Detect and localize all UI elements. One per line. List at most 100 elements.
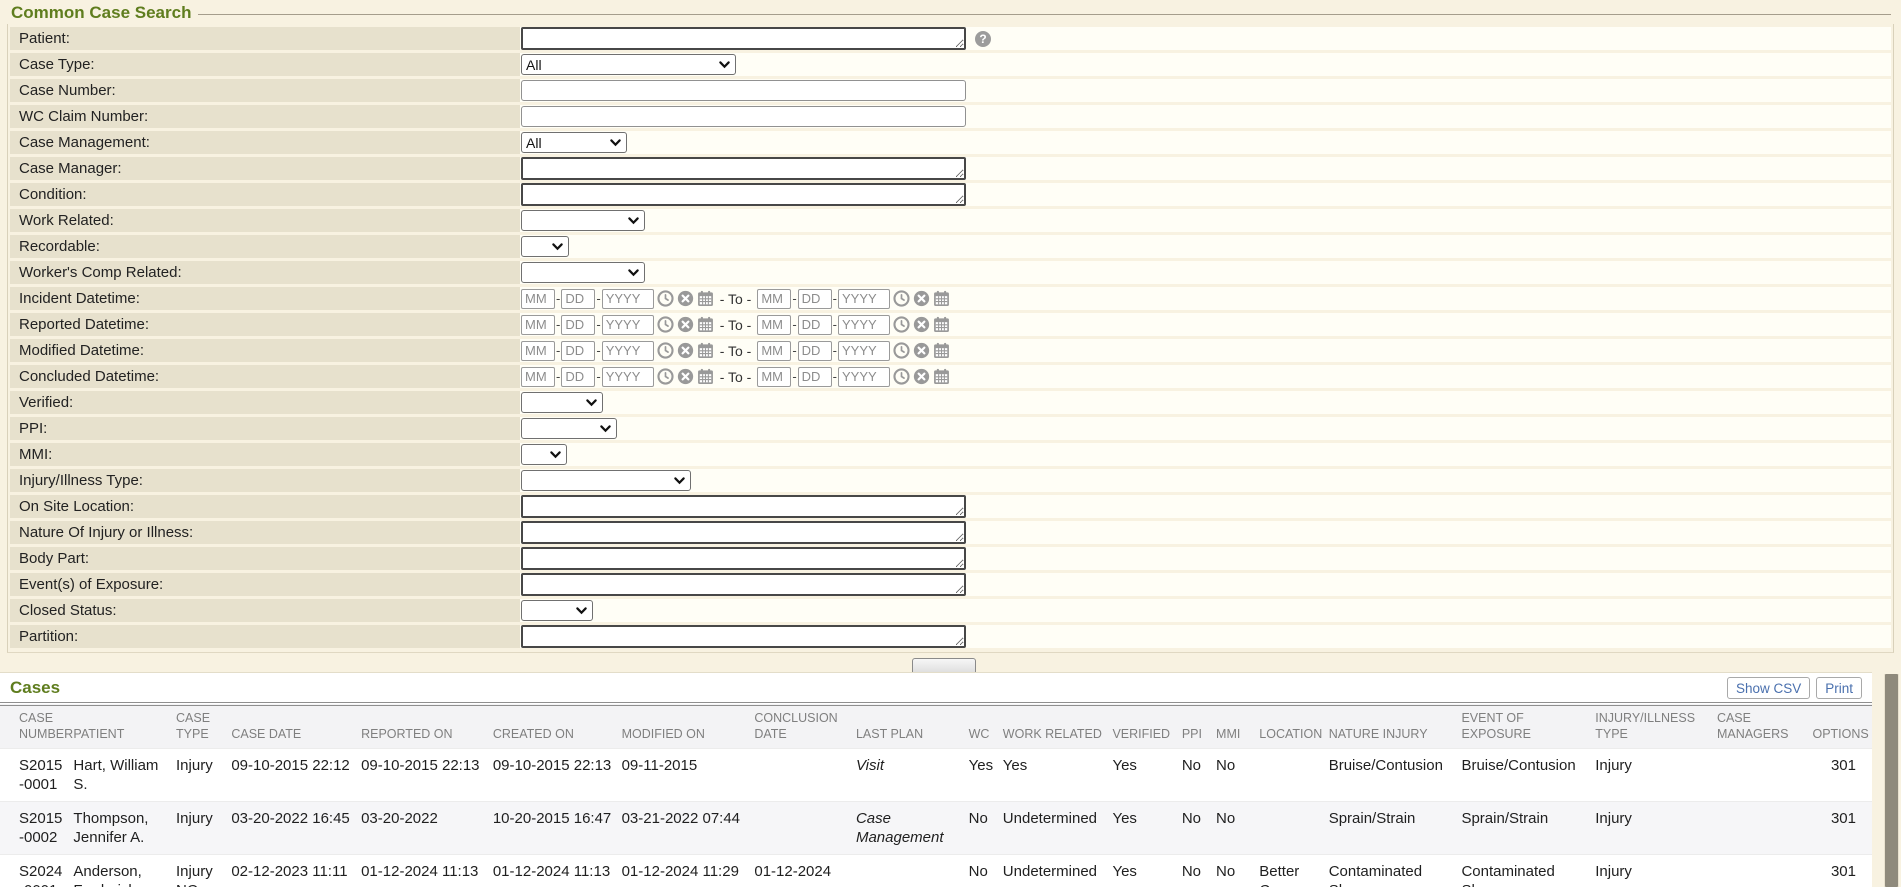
cell-mmi: No [1216,854,1259,887]
reported-datetime-to-month-input[interactable] [757,315,791,335]
show-csv-button[interactable]: Show CSV [1727,677,1810,699]
time-icon[interactable] [657,290,674,307]
on-site-location-field[interactable] [521,495,966,518]
range-to-label: - To - [720,317,752,333]
partition-field[interactable] [521,625,966,648]
cell-case-managers [1717,748,1813,801]
form-row-on-site-location: On Site Location: [10,495,1891,518]
reported-datetime-from-day-input[interactable] [561,315,595,335]
time-icon[interactable] [893,290,910,307]
clear-icon[interactable] [913,316,930,333]
condition-field[interactable] [521,183,966,206]
incident-datetime-to-month-input[interactable] [757,289,791,309]
modified-datetime-to-day-input[interactable] [798,341,832,361]
concluded-datetime-from-day-input[interactable] [561,367,595,387]
case-row-s2015-0002[interactable]: S2015-0002Thompson, Jennifer A.Injury03-… [0,801,1872,854]
clear-icon[interactable] [913,342,930,359]
calendar-icon[interactable] [933,316,950,333]
modified-datetime-to-month-input[interactable] [757,341,791,361]
wc-claim-number-field[interactable] [521,106,966,127]
case-row-s2024-0001[interactable]: S2024-0001Anderson, FrederickInjury NO02… [0,854,1872,887]
injury-illness-type-select[interactable] [521,470,691,491]
concluded-datetime-to-month-input[interactable] [757,367,791,387]
work-related-select[interactable] [521,210,645,231]
mmi-select[interactable] [521,444,567,465]
concluded-datetime-from-month-input[interactable] [521,367,555,387]
vertical-scrollbar[interactable] [1884,674,1899,887]
clear-icon[interactable] [677,342,694,359]
modified-datetime-from-year-input[interactable] [602,341,654,361]
print-button[interactable]: Print [1816,677,1862,699]
concluded-datetime-control-cell: --- To --- [520,365,1891,388]
calendar-icon[interactable] [697,368,714,385]
reported-datetime-from-month-input[interactable] [521,315,555,335]
calendar-icon[interactable] [697,316,714,333]
reported-datetime-to-year-input[interactable] [838,315,890,335]
nature-of-injury-or-illness-field[interactable] [521,521,966,544]
verified-select[interactable] [521,392,603,413]
clear-icon[interactable] [677,290,694,307]
incident-datetime-from-month-input[interactable] [521,289,555,309]
ppi-select[interactable] [521,418,617,439]
time-icon[interactable] [893,316,910,333]
incident-datetime-to-day-input[interactable] [798,289,832,309]
mmi-label: MMI: [10,443,520,466]
clear-icon[interactable] [677,368,694,385]
case-management-select[interactable]: All [521,132,627,153]
calendar-icon[interactable] [933,342,950,359]
clear-icon[interactable] [677,316,694,333]
time-icon[interactable] [893,368,910,385]
chevron-down-icon [550,451,561,459]
event-s-of-exposure-field[interactable] [521,573,966,596]
col-header-nature-injury: NATURE INJURY [1329,704,1462,748]
concluded-datetime-to-day-input[interactable] [798,367,832,387]
partition-label: Partition: [10,625,520,648]
closed-status-select[interactable] [521,600,593,621]
incident-datetime-from-year-input[interactable] [602,289,654,309]
reported-datetime-from-year-input[interactable] [602,315,654,335]
scrollbar-thumb[interactable] [1885,674,1898,887]
cell-work-related: Undetermined [1003,801,1113,854]
concluded-datetime-to-year-input[interactable] [838,367,890,387]
calendar-icon[interactable] [697,342,714,359]
clear-icon[interactable] [913,368,930,385]
cell-conclusion-date: 01-12-2024 [754,854,856,887]
concluded-datetime-from-year-input[interactable] [602,367,654,387]
cell-last-plan: Visit [856,748,969,801]
patient-field[interactable] [521,27,966,50]
time-icon[interactable] [893,342,910,359]
cell-event-of-exposure: Bruise/Contusion [1461,748,1595,801]
case-row-s2015-0001[interactable]: S2015-0001Hart, William S.Injury09-10-20… [0,748,1872,801]
form-row-case-number: Case Number: [10,79,1891,102]
calendar-icon[interactable] [697,290,714,307]
calendar-icon[interactable] [933,368,950,385]
modified-datetime-from-day-input[interactable] [561,341,595,361]
worker-s-comp-related-select[interactable] [521,262,645,283]
modified-datetime-from-month-input[interactable] [521,341,555,361]
col-header-modified-on: MODIFIED ON [622,704,755,748]
time-icon[interactable] [657,342,674,359]
body-part-field[interactable] [521,547,966,570]
case-management-control-cell: All [520,131,1891,154]
reported-datetime-to-day-input[interactable] [798,315,832,335]
modified-datetime-to-year-input[interactable] [838,341,890,361]
case-manager-field[interactable] [521,157,966,180]
range-to-label: - To - [720,343,752,359]
help-icon[interactable]: ? [975,31,991,47]
time-icon[interactable] [657,316,674,333]
range-to-label: - To - [720,369,752,385]
recordable-select[interactable] [521,236,569,257]
panel-legend: Common Case Search [7,2,1894,24]
form-row-recordable: Recordable: [10,235,1891,258]
clear-icon[interactable] [913,290,930,307]
case-type-select[interactable]: All [521,54,736,75]
reported-datetime-control-cell: --- To --- [520,313,1891,336]
date-separator: - [556,317,560,332]
cell-location: Better Corp [1259,854,1328,887]
incident-datetime-to-year-input[interactable] [838,289,890,309]
time-icon[interactable] [657,368,674,385]
calendar-icon[interactable] [933,290,950,307]
incident-datetime-from-day-input[interactable] [561,289,595,309]
case-number-field[interactable] [521,80,966,101]
worker-s-comp-related-control-cell [520,261,1891,284]
